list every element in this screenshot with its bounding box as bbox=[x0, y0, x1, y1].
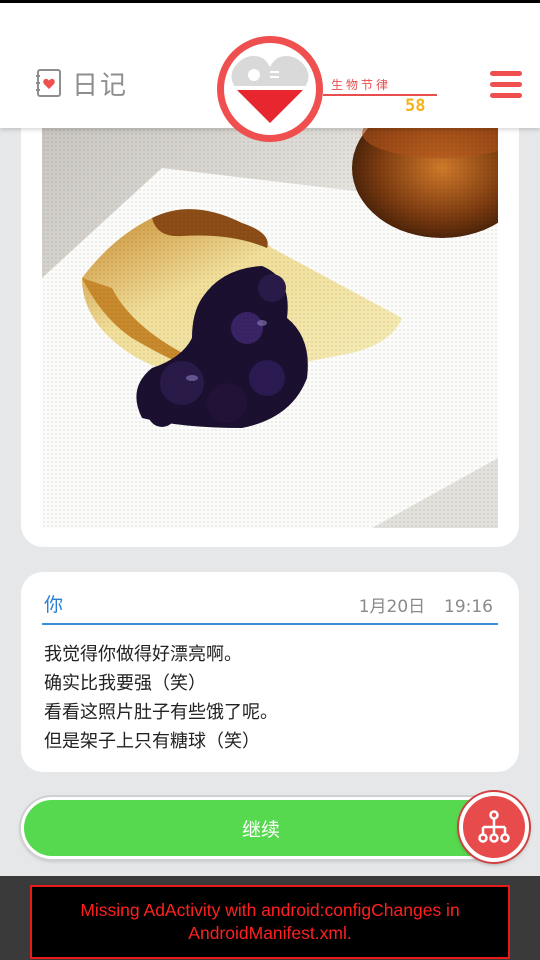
message-card: 你 1月20日 19:16 我觉得你做得好漂亮啊。 确实比我要强（笑） 看看这照… bbox=[21, 572, 519, 772]
message-line: 但是架子上只有糖球（笑） bbox=[44, 731, 260, 752]
ad-error-box[interactable]: Missing AdActivity with android:configCh… bbox=[30, 885, 510, 959]
branch-tree-icon bbox=[478, 810, 510, 843]
message-sender: 你 bbox=[44, 594, 64, 616]
photo-card bbox=[21, 100, 519, 547]
message-date: 1月20日 bbox=[358, 597, 426, 617]
message-divider bbox=[42, 623, 498, 625]
menu-button[interactable] bbox=[490, 71, 522, 99]
branch-tree-button[interactable] bbox=[459, 792, 529, 862]
ad-banner: Missing AdActivity with android:configCh… bbox=[0, 876, 540, 960]
biorhythm-label: 生物节律 bbox=[331, 78, 392, 92]
ad-error-line: AndroidManifest.xml. bbox=[188, 923, 352, 943]
continue-button[interactable]: 继续 bbox=[21, 797, 501, 859]
biorhythm-heart-badge[interactable] bbox=[217, 36, 323, 142]
diary-label: 日记 bbox=[72, 70, 129, 101]
heart-half-icon bbox=[231, 56, 309, 123]
diary-heart-icon bbox=[36, 69, 61, 97]
message-line: 我觉得你做得好漂亮啊。 bbox=[44, 644, 242, 665]
diary-button[interactable]: 日记 bbox=[34, 63, 134, 103]
biorhythm-value: 58 bbox=[405, 96, 426, 116]
message-body: 我觉得你做得好漂亮啊。 确实比我要强（笑） 看看这照片肚子有些饿了呢。 但是架子… bbox=[44, 640, 496, 756]
message-timestamp: 1月20日 19:16 bbox=[359, 592, 493, 617]
continue-label: 继续 bbox=[241, 818, 280, 841]
message-line: 看看这照片肚子有些饿了呢。 bbox=[44, 702, 278, 723]
diary-photo[interactable] bbox=[42, 128, 498, 528]
message-time: 19:16 bbox=[444, 597, 493, 617]
ad-error-text: Missing AdActivity with android:configCh… bbox=[80, 899, 459, 945]
message-line: 确实比我要强（笑） bbox=[44, 673, 206, 694]
ad-error-line: Missing AdActivity with android:configCh… bbox=[80, 900, 460, 920]
